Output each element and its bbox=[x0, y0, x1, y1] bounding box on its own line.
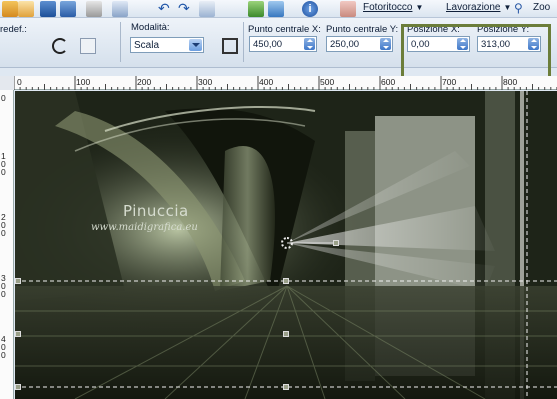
separator bbox=[120, 22, 121, 62]
mode-select[interactable]: Scala bbox=[130, 37, 204, 53]
spin-buttons-icon[interactable] bbox=[380, 38, 391, 50]
ruler-corner bbox=[0, 76, 14, 90]
copy-icon[interactable] bbox=[112, 1, 128, 17]
ruler-label: 2 0 0 bbox=[1, 212, 6, 238]
spin-buttons-icon[interactable] bbox=[304, 38, 315, 50]
image-icon[interactable] bbox=[248, 1, 264, 17]
menu-fotoritocco[interactable]: Fotoritocco ▼ bbox=[363, 2, 423, 13]
undo-icon[interactable]: ↶ bbox=[158, 1, 174, 17]
selection-handle-center[interactable] bbox=[283, 331, 289, 337]
browse-icon[interactable] bbox=[18, 1, 34, 17]
menu-zoom[interactable]: Zoo bbox=[533, 2, 550, 13]
open-file-icon[interactable] bbox=[2, 1, 18, 17]
chevron-down-icon[interactable] bbox=[189, 39, 202, 51]
pivot-point-icon[interactable] bbox=[281, 237, 293, 249]
tool-options-bar: redef.: Modalità: Scala Punto centrale X… bbox=[0, 18, 557, 80]
mode-label: Modalità: bbox=[131, 22, 170, 33]
selection-handle-bottom-left[interactable] bbox=[15, 384, 21, 390]
ruler-label: 0 bbox=[1, 93, 6, 103]
save-as-icon[interactable] bbox=[60, 1, 76, 17]
rotation-handle[interactable] bbox=[333, 240, 339, 246]
default-icon[interactable] bbox=[80, 38, 96, 54]
horizontal-ruler[interactable]: 0 100 200 300 400 500 600 700 800 bbox=[14, 76, 557, 90]
ruler-ticks bbox=[14, 76, 557, 90]
selection-handle-bottom[interactable] bbox=[283, 384, 289, 390]
redo-icon[interactable]: ↷ bbox=[178, 1, 194, 17]
preset-label: redef.: bbox=[0, 24, 27, 35]
chevron-down-icon: ▼ bbox=[503, 3, 512, 12]
main-toolbar: ↶ ↷ i Fotoritocco ▼ Lavorazione ▼ ⚲ Zoo bbox=[0, 0, 557, 18]
chevron-down-icon: ▼ bbox=[415, 3, 424, 12]
center-x-field[interactable]: 450,00 bbox=[249, 36, 317, 52]
menu-lavorazione[interactable]: Lavorazione ▼ bbox=[446, 2, 511, 13]
retouch-icon[interactable] bbox=[340, 1, 356, 17]
image-canvas[interactable]: Pinuccia www.maidigrafica.eu bbox=[15, 91, 557, 399]
info-icon[interactable]: i bbox=[302, 1, 318, 17]
vertical-ruler[interactable]: 0 1 0 0 2 0 0 3 0 0 4 0 0 bbox=[0, 90, 14, 399]
center-y-label: Punto centrale Y: bbox=[326, 24, 399, 35]
mode-value: Scala bbox=[134, 40, 160, 51]
preset-dropdown-icon[interactable] bbox=[0, 40, 10, 52]
selection-handle-top-left[interactable] bbox=[15, 278, 21, 284]
ruler-label: 4 0 0 bbox=[1, 334, 6, 360]
transform-icon[interactable] bbox=[222, 38, 238, 54]
selection-handle-top[interactable] bbox=[283, 278, 289, 284]
crop-icon[interactable] bbox=[199, 1, 215, 17]
center-y-value: 250,00 bbox=[330, 39, 360, 50]
position-highlight-box bbox=[401, 24, 551, 80]
browser-icon[interactable] bbox=[268, 1, 284, 17]
watermark-url: www.maidigrafica.eu bbox=[91, 222, 198, 233]
print-icon[interactable] bbox=[86, 1, 102, 17]
center-x-label: Punto centrale X: bbox=[248, 24, 321, 35]
center-y-field[interactable]: 250,00 bbox=[326, 36, 393, 52]
separator bbox=[243, 22, 244, 62]
selection-handle-left[interactable] bbox=[15, 331, 21, 337]
reset-icon[interactable] bbox=[52, 38, 68, 54]
center-x-value: 450,00 bbox=[253, 39, 283, 50]
search-icon[interactable]: ⚲ bbox=[514, 1, 530, 17]
ruler-label: 3 0 0 bbox=[1, 273, 6, 299]
watermark-name: Pinuccia bbox=[123, 202, 189, 220]
save-icon[interactable] bbox=[40, 1, 56, 17]
ruler-label: 1 0 0 bbox=[1, 151, 6, 177]
